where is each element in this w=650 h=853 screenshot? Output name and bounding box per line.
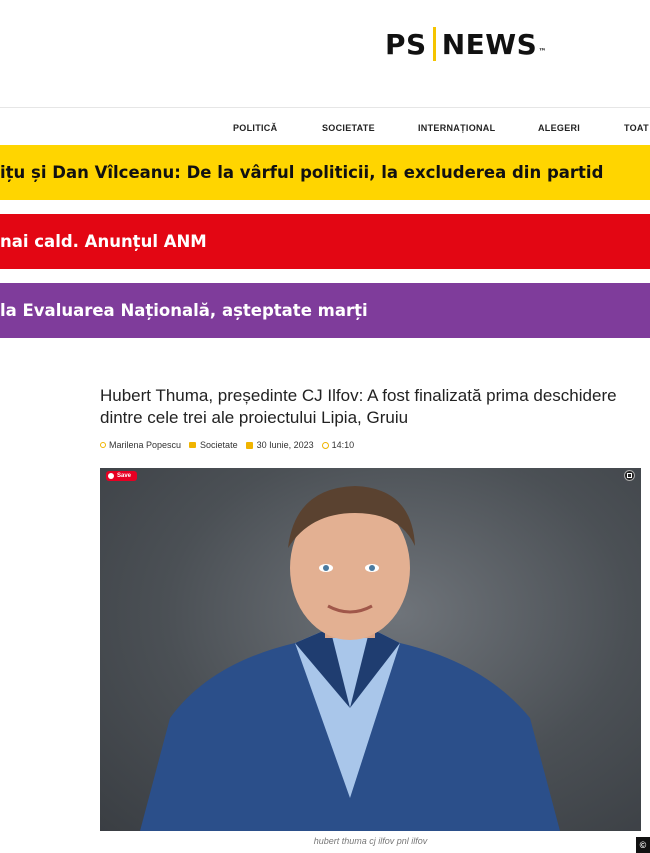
logo-ps: PS — [385, 27, 427, 61]
main-nav: POLITICĂ SOCIETATE INTERNAȚIONAL ALEGERI… — [0, 107, 650, 146]
save-label: Save — [117, 473, 132, 479]
category-name: Societate — [200, 440, 238, 450]
folder-icon — [189, 442, 197, 448]
portrait-illustration — [140, 486, 560, 831]
time-value: 14:10 — [331, 440, 355, 450]
logo-news: NEWS — [441, 27, 538, 61]
author-icon — [100, 442, 106, 448]
article-meta: Marilena Popescu Societate 30 Iunie, 202… — [100, 438, 362, 452]
article-title: Hubert Thuma, președinte CJ Ilfov: A fos… — [100, 386, 617, 427]
ticker-headline: nai cald. Anunțul ANM — [0, 232, 207, 251]
article-photo: Save — [100, 468, 641, 831]
news-ticker-yellow[interactable]: ițu și Dan Vîlceanu: De la vârful politi… — [0, 145, 650, 200]
copyright-badge[interactable]: © — [636, 837, 650, 853]
nav-item-societate[interactable]: SOCIETATE — [322, 123, 375, 133]
nav-item-international[interactable]: INTERNAȚIONAL — [418, 123, 495, 133]
site-logo[interactable]: PS NEWS ™ — [385, 26, 547, 62]
pinterest-save-button[interactable]: Save — [106, 471, 138, 481]
nav-item-toate[interactable]: TOAT — [624, 123, 649, 133]
author-name: Marilena Popescu — [109, 440, 182, 450]
news-ticker-red[interactable]: nai cald. Anunțul ANM — [0, 214, 650, 269]
ticker-headline: ițu și Dan Vîlceanu: De la vârful politi… — [0, 163, 604, 182]
meta-category[interactable]: Societate — [189, 440, 238, 450]
meta-time: 14:10 — [321, 440, 355, 450]
logo-trademark: ™ — [538, 47, 547, 56]
image-caption: hubert thuma cj ilfov pnl ilfov — [313, 836, 428, 846]
logo-divider — [432, 27, 436, 61]
meta-author[interactable]: Marilena Popescu — [100, 440, 181, 450]
ticker-headline: la Evaluarea Națională, așteptate marți — [0, 301, 368, 320]
expand-icon[interactable] — [624, 470, 635, 481]
news-ticker-purple[interactable]: la Evaluarea Națională, așteptate marți — [0, 283, 650, 338]
meta-date: 30 Iunie, 2023 — [245, 440, 314, 450]
pinterest-icon — [108, 473, 114, 479]
nav-item-politica[interactable]: POLITICĂ — [233, 123, 277, 133]
calendar-icon — [245, 441, 253, 449]
date-value: 30 Iunie, 2023 — [256, 440, 314, 450]
clock-icon — [321, 441, 329, 449]
nav-item-alegeri[interactable]: ALEGERI — [538, 123, 580, 133]
